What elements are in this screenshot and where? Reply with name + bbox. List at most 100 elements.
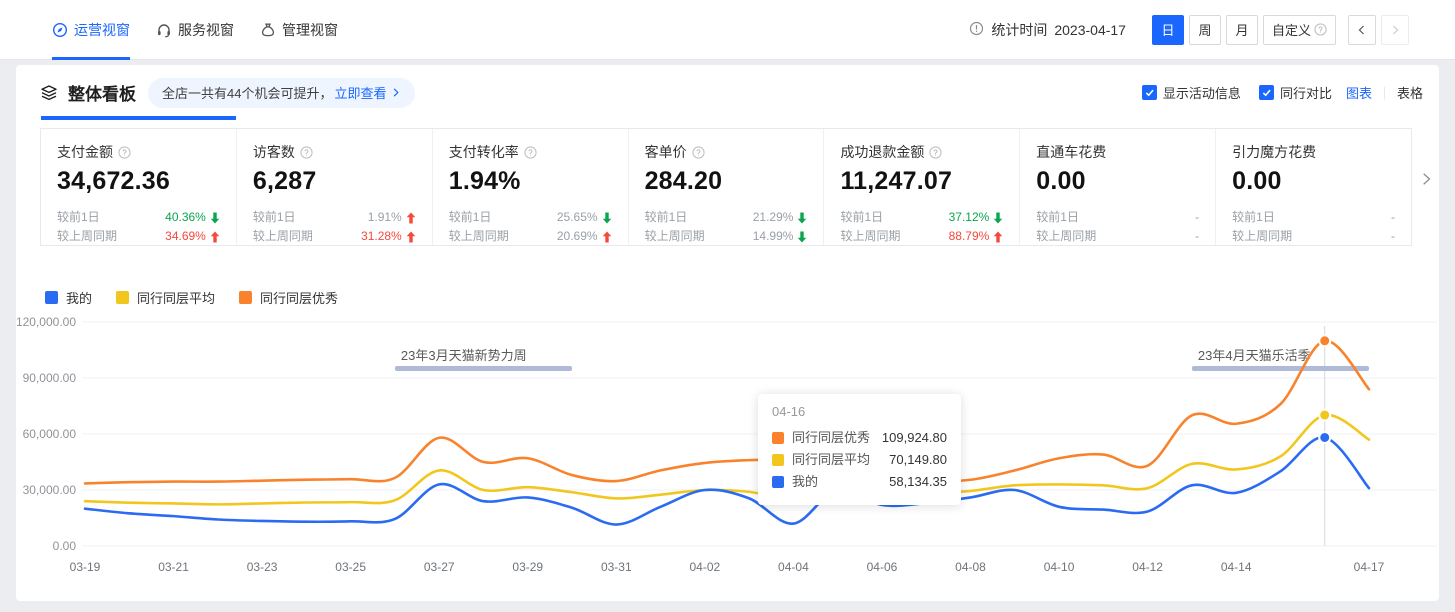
kpi-change-row: 较前1日- — [1232, 208, 1395, 227]
kpi-change-row: 较上周同期88.79% — [840, 227, 1003, 246]
arrow-up-icon — [602, 231, 612, 243]
period-custom-button-label: 自定义 — [1272, 20, 1311, 39]
period-custom-button[interactable]: 自定义? — [1263, 15, 1336, 45]
kpi-card-conversion-rate[interactable]: 支付转化率?1.94%较前1日25.65%较上周同期20.69% — [433, 129, 629, 245]
period-day-button-label: 日 — [1161, 20, 1174, 39]
kpi-change-rows: 较前1日25.65%较上周同期20.69% — [449, 208, 612, 246]
option-show-activity-checkbox[interactable] — [1142, 85, 1157, 100]
kpi-change-row: 较上周同期31.28% — [253, 227, 416, 246]
svg-text:04-12: 04-12 — [1132, 560, 1163, 574]
change-value: - — [1195, 227, 1199, 246]
view-mode-table[interactable]: 表格 — [1397, 83, 1423, 102]
arrow-down-icon — [993, 212, 1003, 224]
change-label: 较上周同期 — [645, 227, 705, 246]
kpi-card-avg-order-value[interactable]: 客单价?284.20较前1日21.29%较上周同期14.99% — [629, 129, 825, 245]
kpi-card-avg-order-value-value: 284.20 — [645, 167, 808, 196]
question-circle-icon: ? — [929, 146, 942, 159]
kpi-card-ylmf-spend[interactable]: 引力魔方花费0.00较前1日-较上周同期- — [1216, 129, 1411, 245]
opportunity-text: 全店一共有44个机会可提升， — [162, 83, 332, 102]
kpi-card-refund-amount-value: 11,247.07 — [840, 167, 1003, 196]
svg-text:30,000.00: 30,000.00 — [23, 483, 77, 497]
kpi-change-row: 较上周同期- — [1232, 227, 1395, 246]
prev-date-button[interactable] — [1348, 15, 1376, 45]
kpi-card-visitors[interactable]: 访客数?6,287较前1日1.91%较上周同期31.28% — [237, 129, 433, 245]
kpi-change-row: 较前1日37.12% — [840, 208, 1003, 227]
board-toolbar: 整体看板 全店一共有44个机会可提升， 立即查看 显示活动信息同行对比 图表｜表… — [16, 65, 1439, 120]
kpi-title-label: 成功退款金额 — [840, 142, 924, 162]
kpi-change-row: 较上周同期 - — [1036, 227, 1199, 246]
change-value: 34.69% — [165, 227, 220, 246]
trend-chart[interactable]: 0.0030,000.0060,000.0090,000.00120,000.0… — [16, 260, 1439, 598]
highlight-marker — [1319, 410, 1330, 421]
series-line — [85, 341, 1369, 484]
question-circle-icon: ? — [118, 146, 131, 159]
change-value: 37.12% — [949, 208, 1004, 227]
period-month-button[interactable]: 月 — [1226, 15, 1258, 45]
svg-text:04-06: 04-06 — [867, 560, 898, 574]
period-week-button[interactable]: 周 — [1189, 15, 1221, 45]
tab-service-view-label: 服务视窗 — [178, 20, 234, 40]
change-label: 较前1日 — [57, 208, 100, 227]
kpi-title-label: 访客数 — [253, 142, 295, 162]
option-peer-compare[interactable]: 同行对比 — [1259, 83, 1332, 102]
kpi-card-refund-amount-title: 成功退款金额? — [840, 142, 1003, 162]
stat-time: 统计时间 2023-04-17 — [969, 20, 1126, 40]
option-show-activity[interactable]: 显示活动信息 — [1142, 83, 1241, 102]
svg-text:03-25: 03-25 — [335, 560, 366, 574]
kpi-card-conversion-rate-title: 支付转化率? — [449, 142, 612, 162]
svg-text:120,000.00: 120,000.00 — [16, 315, 76, 329]
next-date-button[interactable] — [1381, 15, 1409, 45]
change-percent: 40.36% — [165, 208, 206, 227]
kpi-card-ztc-spend[interactable]: 直通车花费0.00较前1日-较上周同期- — [1020, 129, 1216, 245]
period-week-button-label: 周 — [1198, 20, 1211, 39]
change-value: 21.29% — [753, 208, 808, 227]
change-value: - — [1391, 227, 1395, 246]
compass-icon — [52, 22, 68, 38]
svg-text:?: ? — [528, 148, 533, 157]
kpi-card-ztc-spend-value: 0.00 — [1036, 167, 1199, 196]
arrow-down-icon — [797, 231, 807, 243]
info-circle-icon — [969, 21, 984, 39]
kpi-card-refund-amount[interactable]: 成功退款金额? 11,247.07 较前1日37.12%较上周同期88.79% — [824, 129, 1020, 245]
option-peer-compare-checkbox[interactable] — [1259, 85, 1274, 100]
kpi-strip: 支付金额?34,672.36较前1日40.36%较上周同期34.69%访客数?6… — [40, 128, 1412, 246]
kpi-change-row: 较前1日 40.36% — [57, 208, 220, 227]
view-tabs: 运营视窗 服务视窗 管理视窗 — [52, 0, 338, 60]
arrow-up-icon — [406, 212, 416, 224]
kpi-title-label: 支付金额 — [57, 142, 113, 162]
change-label: 较前1日 — [645, 208, 688, 227]
kpi-title-label: 客单价 — [645, 142, 687, 162]
change-label: 较上周同期 — [1036, 227, 1096, 246]
toolbar-right: 显示活动信息同行对比 图表｜表格 — [1124, 83, 1423, 102]
kpi-card-ylmf-spend-title: 引力魔方花费 — [1232, 142, 1395, 162]
stat-time-label: 统计时间 — [991, 20, 1047, 40]
arrow-up-icon — [406, 231, 416, 243]
highlight-marker — [1319, 335, 1330, 346]
tooltip-swatch — [772, 454, 784, 466]
date-pager — [1348, 15, 1409, 45]
opportunity-link[interactable]: 立即查看 — [334, 83, 386, 102]
tab-service-view[interactable]: 服务视窗 — [156, 0, 234, 60]
kpi-next-button[interactable] — [1414, 165, 1438, 193]
kpi-card-avg-order-value-title: 客单价? — [645, 142, 808, 162]
option-show-activity-label: 显示活动信息 — [1163, 83, 1241, 102]
svg-text:03-31: 03-31 — [601, 560, 632, 574]
layers-icon — [40, 84, 58, 102]
tooltip-series-value: 58,134.35 — [889, 471, 947, 493]
svg-text:04-04: 04-04 — [778, 560, 809, 574]
stat-time-value: 2023-04-17 — [1054, 22, 1126, 38]
tab-management-view[interactable]: 管理视窗 — [260, 0, 338, 60]
change-value: - — [1195, 208, 1199, 227]
period-day-button[interactable]: 日 — [1152, 15, 1184, 45]
kpi-change-row: 较前1日25.65% — [449, 208, 612, 227]
arrow-down-icon — [797, 212, 807, 224]
kpi-card-payment-amount-title: 支付金额? — [57, 142, 220, 162]
selected-metric-indicator — [41, 116, 236, 120]
change-value: 1.91% — [368, 208, 416, 227]
tab-operations-view[interactable]: 运营视窗 — [52, 0, 130, 60]
change-percent: 25.65% — [557, 208, 598, 227]
kpi-card-payment-amount[interactable]: 支付金额?34,672.36较前1日40.36%较上周同期34.69% — [41, 129, 237, 245]
view-mode-chart[interactable]: 图表 — [1346, 83, 1372, 102]
chevron-right-icon — [390, 87, 401, 98]
view-mode-switch: 图表｜表格 — [1346, 83, 1423, 102]
